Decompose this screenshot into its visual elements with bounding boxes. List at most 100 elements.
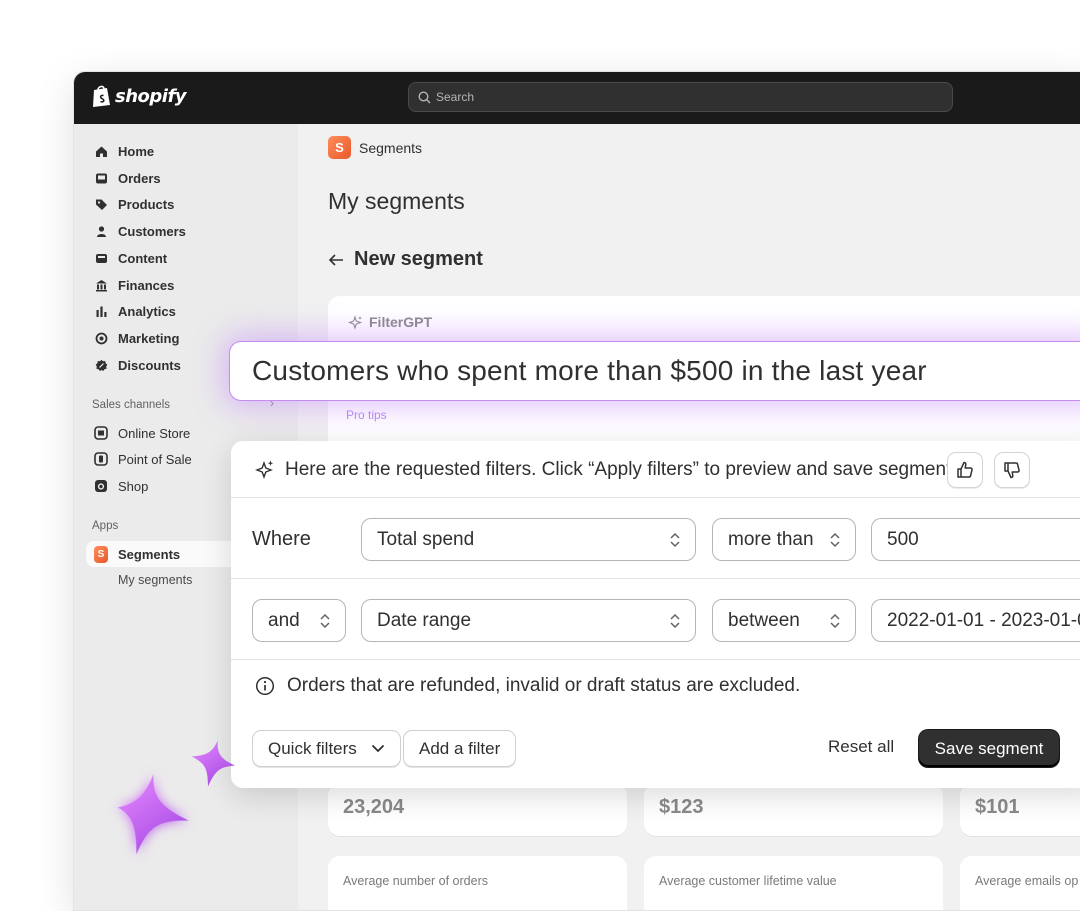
select-arrows-icon [670,532,680,548]
panel-header: Here are the requested filters. Click “A… [231,441,1080,498]
stat-card: Average customer lifetime value [644,856,943,910]
sidebar-item-label: Marketing [118,330,180,346]
shopify-bag-icon [93,85,110,107]
select-value: more than [728,528,814,550]
stat-label: Average customer lifetime value [659,874,837,888]
button-label: Quick filters [268,738,357,758]
connector-select[interactable]: and [252,599,346,642]
inbox-icon [94,171,108,185]
field-select[interactable]: Date range [361,599,696,642]
stat-card: $123 [644,784,943,836]
filtergpt-heading: FilterGPT [348,314,432,330]
thumbs-up-button[interactable] [947,452,983,488]
sidebar-item-customers[interactable]: Customers [86,218,286,244]
reset-all-button[interactable]: Reset all [828,737,894,757]
top-bar: shopify Search [74,72,1080,124]
sparkle-icon [255,460,274,479]
content-icon [94,251,108,265]
select-arrows-icon [320,613,330,629]
thumbs-down-button[interactable] [994,452,1030,488]
stat-label: Average number of orders [343,874,488,888]
bank-icon [94,278,108,292]
select-value: between [728,609,800,631]
logo-text: shopify [115,85,187,107]
arrow-left-icon [328,253,343,266]
add-filter-button[interactable]: Add a filter [403,730,517,767]
segments-app-icon: S [328,136,351,159]
sidebar-item-label: Products [118,196,175,212]
sidebar-item-orders[interactable]: Orders [86,165,286,191]
sidebar-item-finances[interactable]: Finances [86,272,286,298]
search-icon [418,90,431,103]
store-icon [94,426,108,440]
select-value: Total spend [377,528,475,550]
apps-heading: Apps [92,520,119,532]
home-icon [94,144,108,158]
segments-app-icon: S [94,545,108,563]
page-title: My segments [328,188,465,214]
stat-label: Average emails op [975,874,1079,888]
sidebar-item-analytics[interactable]: Analytics [86,298,286,324]
operator-select[interactable]: more than [712,518,856,561]
sidebar-subitem-my-segments[interactable]: My segments [118,573,192,587]
prompt-text: Customers who spent more than $500 in th… [252,355,927,386]
sidebar-item-label: Analytics [118,303,176,319]
filtergpt-label: FilterGPT [369,314,433,330]
sidebar-item-label: Home [118,143,155,159]
filtergpt-prompt-input[interactable]: Customers who spent more than $500 in th… [229,341,1080,401]
sparkle-icon [348,314,363,330]
sidebar-item-label: Content [118,250,168,266]
operator-select[interactable]: between [712,599,856,642]
where-label: Where [252,528,311,550]
pos-icon [94,452,108,466]
sidebar-item-label: Discounts [118,357,181,373]
stat-card: 23,204 [328,784,627,836]
quick-filters-button[interactable]: Quick filters [252,730,401,767]
tag-icon [94,197,108,211]
shopify-logo[interactable]: shopify [91,84,187,108]
sparkle-decoration-icon [117,740,235,855]
exclusion-text: Orders that are refunded, invalid or dra… [287,675,801,696]
discount-icon [94,358,108,372]
shop-icon [94,479,108,493]
back-navigation[interactable]: New segment [328,248,483,271]
sidebar-item-products[interactable]: Products [86,191,286,217]
section-title: New segment [354,248,483,270]
stat-card: $101 [960,784,1080,836]
value-input[interactable]: 500 [871,518,1080,561]
select-arrows-icon [830,613,840,629]
breadcrumb[interactable]: S Segments [328,136,422,159]
sidebar-item-label: Finances [118,277,175,293]
select-value: Date range [377,609,472,631]
input-value: 2022-01-01 - 2023-01-01 [887,609,1080,631]
stat-value: $123 [659,796,704,818]
stat-value: 23,204 [343,796,405,818]
sidebar-item-label: Customers [118,223,186,239]
stat-card: Average number of orders [328,856,627,910]
select-arrows-icon [830,532,840,548]
thumbs-down-icon [1004,462,1020,479]
exclusion-note: Orders that are refunded, invalid or dra… [255,675,800,697]
filters-message: Here are the requested filters. Click “A… [285,459,957,480]
select-arrows-icon [670,613,680,629]
input-value: 500 [887,528,919,550]
filter-row: Where Total spend more than 500 [231,498,1080,579]
sidebar-item-content[interactable]: Content [86,245,286,271]
field-select[interactable]: Total spend [361,518,696,561]
stat-card: Average emails op [960,856,1080,910]
sales-channels-heading: Sales channels [92,399,170,411]
sidebar-item-home[interactable]: Home [86,138,286,164]
select-value: and [268,609,300,631]
date-range-input[interactable]: 2022-01-01 - 2023-01-01 [871,599,1080,642]
info-icon [255,676,275,696]
save-segment-button[interactable]: Save segment [919,730,1059,767]
thumbs-up-icon [957,461,973,478]
target-icon [94,331,108,345]
chevron-down-icon [371,744,384,753]
sidebar-item-label: Segments [118,546,181,562]
sidebar-item-label: Shop [118,478,149,494]
breadcrumb-label: Segments [359,139,423,156]
search-input[interactable]: Search [408,82,953,112]
pro-tips-link[interactable]: Pro tips [346,408,387,422]
search-placeholder: Search [436,90,475,104]
